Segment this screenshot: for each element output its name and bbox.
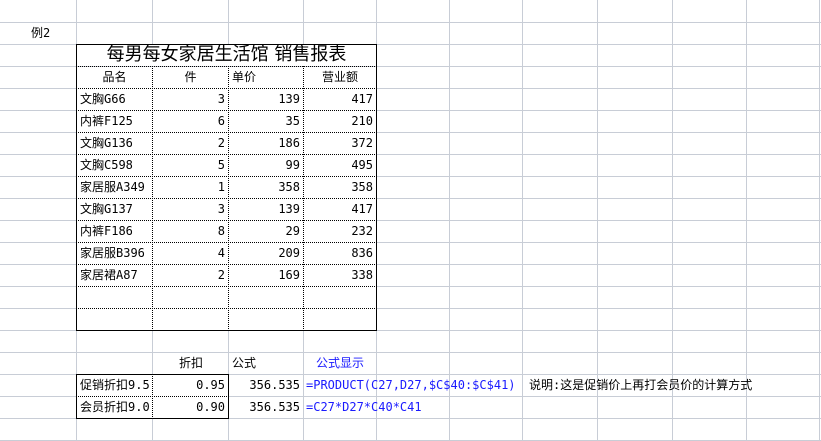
- table-cell-qty[interactable]: 3: [153, 89, 228, 110]
- row-divider: [76, 308, 377, 309]
- table-cell-name[interactable]: 内裤F125: [77, 111, 152, 132]
- table-cell-qty[interactable]: 1: [153, 177, 228, 198]
- table-cell-price[interactable]: 139: [229, 89, 303, 110]
- formula-display-header[interactable]: 公式显示: [313, 353, 383, 374]
- table-cell-name[interactable]: 家居服A349: [77, 177, 152, 198]
- table-cell-revenue[interactable]: 232: [304, 221, 376, 242]
- header-quantity[interactable]: 件: [153, 67, 228, 88]
- table-cell-price[interactable]: 186: [229, 133, 303, 154]
- discount-name-cell[interactable]: 促销折扣9.5: [77, 375, 152, 396]
- discount-rate-cell[interactable]: 0.90: [153, 397, 228, 418]
- discount-rate-cell[interactable]: 0.95: [153, 375, 228, 396]
- gridline: [0, 352, 821, 353]
- example-label[interactable]: 例2: [28, 23, 76, 44]
- table-cell-revenue[interactable]: 417: [304, 199, 376, 220]
- table-cell-name[interactable]: 文胸G137: [77, 199, 152, 220]
- table-cell-name[interactable]: 家居裙A87: [77, 265, 152, 286]
- table-cell-qty[interactable]: 4: [153, 243, 228, 264]
- table-cell-revenue[interactable]: 210: [304, 111, 376, 132]
- formula-header[interactable]: 公式: [229, 353, 303, 374]
- table-cell-price[interactable]: 29: [229, 221, 303, 242]
- table-cell-price[interactable]: 139: [229, 199, 303, 220]
- table-cell-revenue[interactable]: 417: [304, 89, 376, 110]
- table-cell-revenue[interactable]: 836: [304, 243, 376, 264]
- table-cell-name[interactable]: 文胸C598: [77, 155, 152, 176]
- table-cell-revenue[interactable]: 338: [304, 265, 376, 286]
- table-cell-price[interactable]: 35: [229, 111, 303, 132]
- table-cell-name[interactable]: 文胸G136: [77, 133, 152, 154]
- table-cell-revenue[interactable]: 495: [304, 155, 376, 176]
- header-revenue[interactable]: 营业额: [304, 67, 376, 88]
- table-cell-price[interactable]: 169: [229, 265, 303, 286]
- discount-header[interactable]: 折扣: [176, 353, 228, 374]
- table-cell-price[interactable]: 358: [229, 177, 303, 198]
- note-cell[interactable]: 说明:这是促销价上再打会员价的计算方式: [526, 375, 786, 396]
- row-divider: [76, 286, 377, 287]
- table-cell-price[interactable]: 99: [229, 155, 303, 176]
- header-product-name[interactable]: 品名: [77, 67, 152, 88]
- table-cell-revenue[interactable]: 358: [304, 177, 376, 198]
- table-cell-qty[interactable]: 2: [153, 265, 228, 286]
- formula-result-cell[interactable]: 356.535: [229, 397, 303, 418]
- table-cell-qty[interactable]: 5: [153, 155, 228, 176]
- report-title[interactable]: 每男每女家居生活馆 销售报表: [77, 44, 376, 66]
- table-cell-name[interactable]: 内裤F186: [77, 221, 152, 242]
- table-cell-revenue[interactable]: 372: [304, 133, 376, 154]
- discount-name-cell[interactable]: 会员折扣9.0: [77, 397, 152, 418]
- table-cell-qty[interactable]: 3: [153, 199, 228, 220]
- table-cell-name[interactable]: 文胸G66: [77, 89, 152, 110]
- table-cell-qty[interactable]: 8: [153, 221, 228, 242]
- formula-text-cell[interactable]: =C27*D27*C40*C41: [304, 397, 504, 418]
- header-unit-price[interactable]: 单价: [229, 67, 303, 88]
- formula-text-cell[interactable]: =PRODUCT(C27,D27,$C$40:$C$41): [304, 375, 516, 396]
- table-cell-name[interactable]: 家居服B396: [77, 243, 152, 264]
- gridline: [0, 22, 821, 23]
- table-cell-qty[interactable]: 2: [153, 133, 228, 154]
- table-cell-price[interactable]: 209: [229, 243, 303, 264]
- formula-result-cell[interactable]: 356.535: [229, 375, 303, 396]
- table-cell-qty[interactable]: 6: [153, 111, 228, 132]
